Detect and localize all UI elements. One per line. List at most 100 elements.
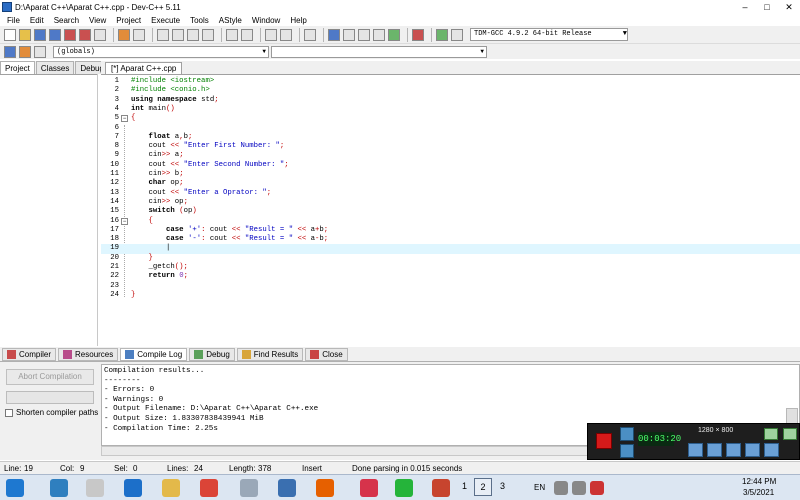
code-line: 18 case '-': cout << "Result = " << a-b;: [110, 235, 329, 244]
code-line: 24}: [110, 290, 136, 299]
tab-aparat-cpp[interactable]: [*] Aparat C++.cpp: [105, 62, 183, 74]
print-icon[interactable]: [94, 28, 106, 41]
delete-profile-icon[interactable]: [451, 28, 463, 41]
start-icon[interactable]: [6, 479, 24, 497]
compile-run-icon[interactable]: [358, 28, 370, 41]
new-file-icon[interactable]: [4, 28, 16, 41]
cursor-icon[interactable]: [745, 443, 760, 457]
goto-bookmark-icon[interactable]: [34, 45, 46, 58]
new-project-icon[interactable]: [226, 28, 238, 41]
language-indicator[interactable]: EN: [534, 483, 545, 492]
media-player-icon[interactable]: [50, 479, 68, 497]
shorten-paths-checkbox[interactable]: [5, 408, 13, 417]
member-combo[interactable]: ▼: [271, 45, 487, 58]
abort-compilation-button[interactable]: Abort Compilation: [6, 369, 94, 385]
find-icon[interactable]: [157, 28, 169, 41]
menu-tools[interactable]: Tools: [185, 16, 214, 25]
close-file-icon[interactable]: [64, 28, 76, 41]
minimize-button[interactable]: –: [734, 0, 756, 14]
compile-log-icon: [125, 349, 135, 359]
menu-file[interactable]: File: [2, 16, 25, 25]
tab-compile-log[interactable]: Compile Log: [120, 347, 188, 361]
microphone-icon[interactable]: [707, 443, 722, 457]
menu-help[interactable]: Help: [285, 16, 311, 25]
project-panel: Project Classes Debug: [0, 61, 109, 346]
tab-find-results-label: Find Results: [253, 349, 299, 359]
undo-icon[interactable]: [118, 28, 130, 41]
code-area[interactable]: 1 #include <iostream> 2 #include <conio.h>…: [101, 75, 800, 346]
region-icon[interactable]: [783, 428, 797, 440]
compile-icon[interactable]: [328, 28, 340, 41]
class-combo[interactable]: (globals) ▼: [53, 45, 269, 58]
tab-close[interactable]: Close: [305, 347, 348, 361]
find-next-icon[interactable]: [187, 28, 199, 41]
toggle-bookmark-icon[interactable]: [304, 28, 316, 41]
goto-line-icon[interactable]: [202, 28, 214, 41]
indent-icon[interactable]: [265, 28, 277, 41]
file-explorer-icon[interactable]: [162, 479, 180, 497]
close-all-icon[interactable]: [79, 28, 91, 41]
fold-toggle-icon[interactable]: −: [121, 115, 128, 123]
status-line-value: 19: [24, 463, 33, 473]
profile-icon[interactable]: [436, 28, 448, 41]
insert-icon[interactable]: [4, 45, 16, 58]
run-icon[interactable]: [343, 28, 355, 41]
tab-resources[interactable]: Resources: [58, 347, 119, 361]
tab-find-results[interactable]: Find Results: [236, 347, 304, 361]
compiler-select[interactable]: TDM-GCC 4.9.2 64-bit Release ▼: [470, 28, 628, 41]
r-language-icon[interactable]: [240, 479, 258, 497]
tray-icon[interactable]: [554, 481, 568, 495]
record-button[interactable]: [596, 433, 612, 449]
whatsapp-icon[interactable]: [395, 479, 413, 497]
menu-astyle[interactable]: AStyle: [214, 16, 247, 25]
syntax-check-icon[interactable]: [388, 28, 400, 41]
app-icon[interactable]: [432, 479, 450, 497]
app-icon[interactable]: [278, 479, 296, 497]
fold-toggle-icon[interactable]: −: [121, 217, 128, 225]
task-page-1[interactable]: 1: [462, 481, 467, 491]
tab-compiler[interactable]: Compiler: [2, 347, 57, 361]
webcam-icon[interactable]: [726, 443, 741, 457]
clock-time[interactable]: 12:44 PM: [742, 477, 776, 486]
pause-icon[interactable]: [620, 444, 634, 458]
rebuild-all-icon[interactable]: [373, 28, 385, 41]
menu-window[interactable]: Window: [247, 16, 285, 25]
open-file-icon[interactable]: [19, 28, 31, 41]
tab-classes[interactable]: Classes: [35, 61, 75, 74]
settings-icon[interactable]: [764, 443, 779, 457]
project-options-icon[interactable]: [241, 28, 253, 41]
close-window-button[interactable]: ✕: [778, 0, 800, 14]
save-all-icon[interactable]: [49, 28, 61, 41]
menu-execute[interactable]: Execute: [146, 16, 185, 25]
compiler-select-value: TDM-GCC 4.9.2 64-bit Release: [474, 30, 592, 38]
tray-icon[interactable]: [572, 481, 586, 495]
stop-execution-icon[interactable]: [412, 28, 424, 41]
save-icon[interactable]: [34, 28, 46, 41]
unindent-icon[interactable]: [280, 28, 292, 41]
shorten-paths-option[interactable]: Shorten compiler paths: [5, 408, 98, 417]
internet-explorer-icon[interactable]: [124, 479, 142, 497]
task-page-2[interactable]: 2: [474, 478, 492, 496]
camera-icon[interactable]: [620, 427, 634, 441]
task-page-3[interactable]: 3: [500, 481, 505, 491]
firefox-icon[interactable]: [316, 479, 334, 497]
tab-debug-output[interactable]: Debug: [189, 347, 235, 361]
media-center-icon[interactable]: [86, 479, 104, 497]
speaker-icon[interactable]: [688, 443, 703, 457]
replace-icon[interactable]: [172, 28, 184, 41]
redo-icon[interactable]: [133, 28, 145, 41]
bookmark-icon[interactable]: [19, 45, 31, 58]
pdf-reader-icon[interactable]: [360, 479, 378, 497]
windows-taskbar: 1 2 3 EN 12:44 PM 3/5/2021: [0, 474, 800, 500]
clock-date[interactable]: 3/5/2021: [743, 488, 774, 497]
menu-view[interactable]: View: [84, 16, 111, 25]
fullscreen-icon[interactable]: [764, 428, 778, 440]
tray-icon[interactable]: [590, 481, 604, 495]
shorten-paths-label: Shorten compiler paths: [16, 408, 99, 417]
menu-edit[interactable]: Edit: [25, 16, 49, 25]
menu-project[interactable]: Project: [111, 16, 146, 25]
menu-search[interactable]: Search: [49, 16, 84, 25]
tab-project[interactable]: Project: [0, 61, 35, 74]
maximize-button[interactable]: □: [756, 0, 778, 14]
chrome-icon[interactable]: [200, 479, 218, 497]
